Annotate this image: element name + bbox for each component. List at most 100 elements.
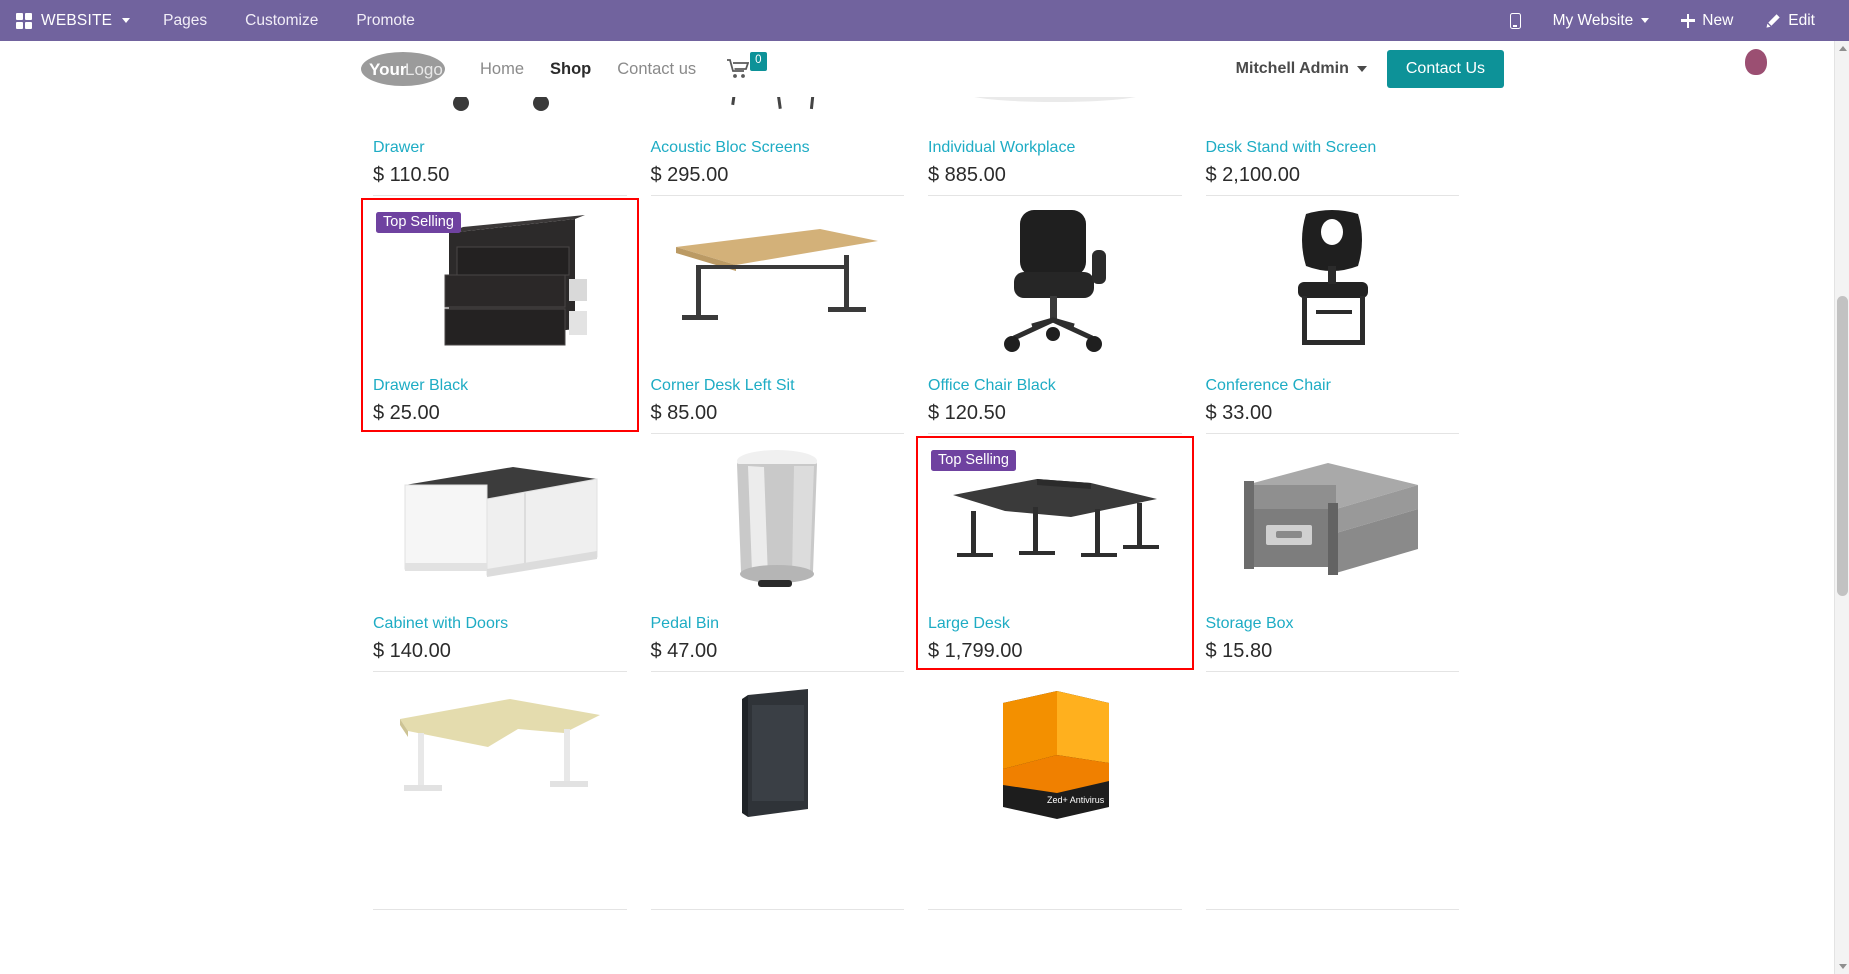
product-card-desk-stand-with-screen[interactable]: Desk Stand with Screen $ 2,100.00 (1194, 97, 1472, 196)
product-name[interactable]: Office Chair Black (928, 377, 1182, 395)
product-name[interactable]: Cabinet with Doors (373, 615, 627, 633)
product-price: $ 1,799.00 (928, 640, 1023, 662)
product-image[interactable] (651, 210, 905, 365)
product-image[interactable]: Zed+ Antivirus (928, 686, 1182, 841)
user-menu[interactable]: Mitchell Admin (1236, 60, 1367, 78)
product-image[interactable] (928, 97, 1182, 127)
product-row: Top Selling Drawer Black $ 25.00 Corner … (361, 196, 1471, 434)
product-price: $ 33.00 (1205, 402, 1273, 424)
product-name[interactable]: Individual Workplace (928, 139, 1182, 157)
product-price: $ 47.00 (650, 640, 718, 662)
product-name[interactable]: Acoustic Bloc Screens (651, 139, 905, 157)
chevron-up-icon (1838, 46, 1847, 51)
product-price: $ 85.00 (650, 402, 718, 424)
product-name[interactable]: Desk Stand with Screen (1206, 139, 1460, 157)
product-card-drawer-black[interactable]: Top Selling Drawer Black $ 25.00 (361, 196, 639, 434)
product-name[interactable]: Drawer (373, 139, 627, 157)
product-image[interactable]: Top Selling (373, 210, 627, 365)
product-name[interactable]: Storage Box (1206, 615, 1460, 633)
product-name[interactable]: Conference Chair (1206, 377, 1460, 395)
chevron-down-icon (1641, 18, 1650, 23)
product-card-pedal-bin[interactable]: Pedal Bin $ 47.00 (639, 434, 917, 672)
status-badge: Top Selling (376, 212, 461, 233)
product-image[interactable] (1206, 97, 1460, 127)
editor-toolbar-left: WEBSITE Pages Customize Promote (0, 0, 434, 41)
product-row: Cabinet with Doors $ 140.00 Pedal Bin $ … (361, 434, 1471, 672)
user-name-label: Mitchell Admin (1235, 60, 1349, 77)
chevron-down-icon (122, 18, 131, 23)
product-card-empty[interactable] (1194, 672, 1472, 910)
product-image[interactable] (373, 686, 627, 841)
plus-icon (1681, 13, 1696, 28)
product-image[interactable]: Top Selling (928, 448, 1182, 603)
product-image[interactable] (373, 448, 627, 603)
svg-text:Your: Your (369, 60, 407, 79)
product-price: $ 25.00 (373, 402, 440, 424)
chevron-down-icon (1356, 66, 1367, 72)
new-label: New (1702, 11, 1734, 29)
product-card-conference-chair[interactable]: Conference Chair $ 33.00 (1194, 196, 1472, 434)
editor-menu-customize[interactable]: Customize (226, 0, 337, 41)
product-card-storage-box[interactable]: Storage Box $ 15.80 (1194, 434, 1472, 672)
product-card-office-chair-black[interactable]: Office Chair Black $ 120.50 (916, 196, 1194, 434)
my-website-dropdown[interactable]: My Website (1537, 0, 1666, 41)
mobile-preview-icon (1509, 12, 1521, 29)
avatar[interactable] (1745, 49, 1767, 75)
product-card-cabinet-with-doors[interactable]: Cabinet with Doors $ 140.00 (361, 434, 639, 672)
site-header: Your Logo Home Shop Contact us 0 Mitchel… (0, 41, 1849, 97)
scrollbar-down-button[interactable] (1835, 959, 1849, 974)
product-card-individual-workplace[interactable]: Individual Workplace $ 885.00 (916, 97, 1194, 196)
product-image[interactable] (1206, 210, 1460, 365)
product-name[interactable]: Large Desk (928, 615, 1182, 633)
product-card-dark-case[interactable] (639, 672, 917, 910)
nav-link-shop[interactable]: Shop (537, 54, 604, 85)
grid-icon (16, 12, 32, 29)
product-image[interactable] (1206, 448, 1460, 603)
product-price: $ 2,100.00 (1205, 164, 1301, 186)
new-button[interactable]: New (1665, 0, 1749, 41)
pink-booth-icon (976, 97, 1133, 102)
product-card-corner-desk-beige[interactable] (361, 672, 639, 910)
edit-button[interactable]: Edit (1749, 0, 1831, 41)
conference-chair-icon (1298, 210, 1369, 345)
nav-link-contact-us[interactable]: Contact us (604, 54, 709, 85)
cart-count-badge: 0 (750, 52, 767, 71)
product-name[interactable]: Corner Desk Left Sit (651, 377, 905, 395)
pencil-icon (1766, 13, 1780, 28)
product-card-antivirus-box[interactable]: Zed+ Antivirus (916, 672, 1194, 910)
page-scrollbar[interactable] (1834, 41, 1849, 974)
contact-us-button[interactable]: Contact Us (1386, 50, 1504, 88)
scrollbar-thumb[interactable] (1837, 296, 1848, 596)
product-image[interactable] (651, 448, 905, 603)
shopping-cart-icon (727, 59, 750, 78)
product-image[interactable] (373, 97, 627, 127)
website-app-label: WEBSITE (41, 11, 113, 29)
editor-menu-pages[interactable]: Pages (144, 0, 226, 41)
product-price: $ 295.00 (650, 164, 729, 186)
site-main-nav: Home Shop Contact us 0 (467, 52, 767, 85)
editor-menu-promote[interactable]: Promote (337, 0, 434, 41)
product-card-corner-desk-left-sit[interactable]: Corner Desk Left Sit $ 85.00 (639, 196, 917, 434)
product-grid: Drawer $ 110.50 Acoustic Bloc Screens $ … (361, 97, 1471, 910)
cabinet-doors-icon (404, 466, 598, 577)
product-image (1206, 686, 1460, 841)
website-app-menu-button[interactable]: WEBSITE (0, 0, 144, 41)
product-card-acoustic-bloc-screens[interactable]: Acoustic Bloc Screens $ 295.00 (639, 97, 917, 196)
cart-button[interactable]: 0 (727, 52, 767, 79)
scrollbar-up-button[interactable] (1835, 41, 1849, 56)
edit-label: Edit (1788, 11, 1815, 29)
product-image[interactable] (651, 97, 905, 127)
product-name[interactable]: Drawer Black (373, 377, 627, 395)
product-image[interactable] (651, 686, 905, 841)
product-name[interactable]: Pedal Bin (651, 615, 905, 633)
site-logo[interactable]: Your Logo (361, 51, 445, 87)
product-card-drawer[interactable]: Drawer $ 110.50 (361, 97, 639, 196)
product-image[interactable] (928, 210, 1182, 365)
nav-link-home[interactable]: Home (467, 54, 537, 85)
product-card-large-desk[interactable]: Top Selling Large Desk $ 1,799.00 (916, 434, 1194, 672)
storage-box-icon (1244, 462, 1419, 575)
svg-text:Zed+ Antivirus: Zed+ Antivirus (1047, 795, 1105, 805)
mobile-preview-button[interactable] (1494, 0, 1537, 41)
dark-case-icon (742, 688, 809, 817)
office-chair-icon (1003, 210, 1106, 352)
